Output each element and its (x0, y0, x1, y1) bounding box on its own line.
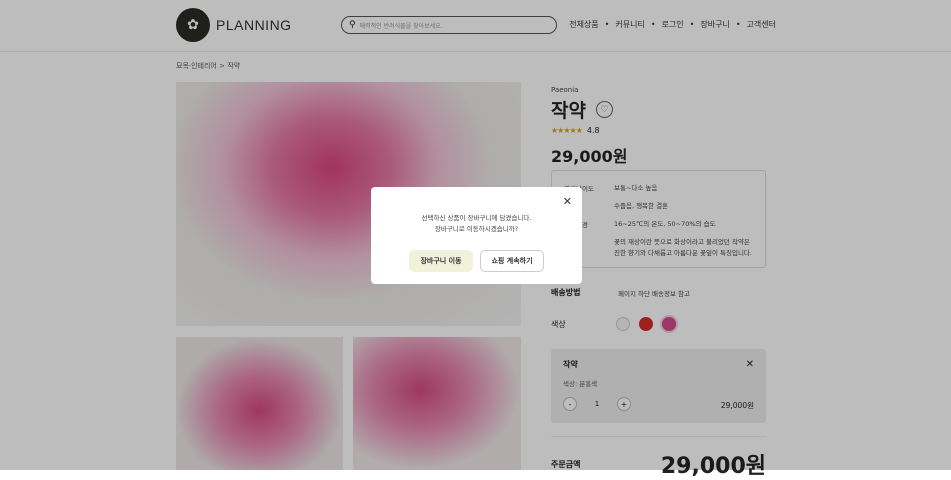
cart-added-modal: ✕ 선택하신 상품이 장바구니에 담겼습니다. 장바구니로 이동하시겠습니까? … (371, 187, 582, 284)
close-icon[interactable]: ✕ (563, 195, 572, 208)
modal-question: 장바구니로 이동하시겠습니까? (434, 225, 519, 233)
modal-message: 선택하신 상품이 장바구니에 담겼습니다. (421, 214, 532, 222)
continue-shopping-button[interactable]: 쇼핑 계속하기 (480, 250, 544, 272)
go-to-cart-button[interactable]: 장바구니 이동 (409, 250, 473, 272)
